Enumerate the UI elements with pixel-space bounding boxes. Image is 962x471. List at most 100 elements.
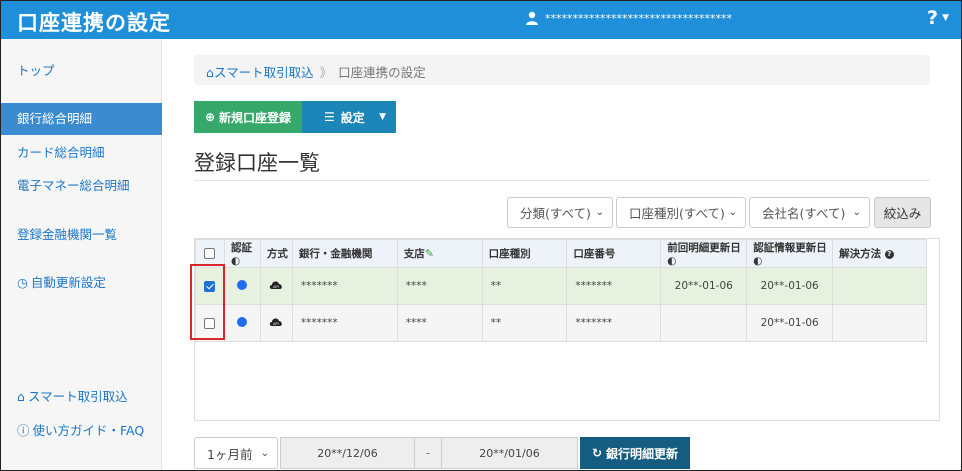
- sidebar-link-label: 使い方ガイド・FAQ: [32, 423, 145, 438]
- list-icon: ☰: [324, 110, 335, 124]
- account-number-cell: *******: [566, 304, 662, 342]
- pencil-icon[interactable]: ✎: [425, 247, 434, 260]
- home-icon: ⌂: [17, 389, 25, 404]
- category-select-value: 分類(すべて): [520, 206, 591, 221]
- chevron-down-icon: ▼: [379, 112, 386, 122]
- sidebar: トップ 銀行総合明細 カード総合明細 電子マネー総合明細 登録金融機関一覧 ◷ 自…: [1, 39, 162, 470]
- column-header-account-type: 口座種別: [481, 239, 568, 268]
- user-icon: [526, 11, 538, 25]
- auth-update-cell: 20**-01-06: [746, 304, 834, 342]
- accounts-table-container: 認証◐ 方式 銀行・金融機関 支店✎ 口座種別 口座番号 前回明細更新日◐ 認証…: [194, 238, 940, 421]
- sidebar-item-institutions[interactable]: 登録金融機関一覧: [1, 219, 162, 251]
- period-select[interactable]: 1ヶ月前 ⌄: [194, 437, 278, 469]
- sort-icon[interactable]: ◐: [753, 255, 762, 267]
- bank-statement-update-label: 銀行明細更新: [606, 446, 679, 461]
- breadcrumb-link-smart-import[interactable]: スマート取引取込: [214, 65, 314, 80]
- new-account-button[interactable]: ⊕ 新規口座登録: [194, 101, 302, 133]
- sidebar-link-guide-faq[interactable]: ⓘ 使い方ガイド・FAQ: [1, 415, 162, 447]
- question-circle-icon: ⓘ: [17, 423, 30, 438]
- column-header-auth: 認証◐: [223, 239, 261, 268]
- chevron-down-icon: ⌄: [260, 447, 269, 459]
- branch-cell: ****: [396, 267, 483, 305]
- account-type-cell: **: [481, 267, 568, 305]
- column-header-label: 認証情報更新日: [753, 242, 827, 254]
- date-range-separator: -: [415, 437, 441, 469]
- sidebar-item-emoney-summary[interactable]: 電子マネー総合明細: [1, 170, 162, 202]
- method-cell: API: [259, 267, 293, 305]
- checkbox-highlight-box: [190, 264, 225, 340]
- help-menu[interactable]: ? ▼: [927, 7, 949, 29]
- last-update-cell: 20**-01-06: [660, 267, 748, 305]
- table-row[interactable]: API ******* **** ** ******* 20**-01-06: [195, 304, 927, 342]
- top-header: 口座連携の設定 ********************************…: [1, 1, 961, 39]
- column-header-method: 方式: [259, 239, 293, 268]
- user-name: **********************************: [545, 11, 732, 25]
- help-icon[interactable]: ?: [884, 249, 894, 259]
- resolution-cell: [832, 267, 927, 305]
- bank-statement-update-button[interactable]: ↻ 銀行明細更新: [580, 437, 690, 469]
- method-cell: API: [259, 304, 293, 342]
- new-account-label: 新規口座登録: [219, 110, 292, 125]
- sort-icon[interactable]: ◐: [231, 255, 240, 267]
- account-number-cell: *******: [566, 267, 662, 305]
- user-menu[interactable]: **********************************: [525, 11, 732, 25]
- sidebar-link-smart-import[interactable]: ⌂ スマート取引取込: [1, 381, 162, 413]
- app-title: 口座連携の設定: [17, 11, 171, 35]
- breadcrumb: ⌂スマート取引取込》口座連携の設定: [194, 55, 930, 85]
- filter-button[interactable]: 絞込み: [874, 197, 931, 228]
- breadcrumb-current: 口座連携の設定: [338, 65, 426, 80]
- accounts-table: 認証◐ 方式 銀行・金融機関 支店✎ 口座種別 口座番号 前回明細更新日◐ 認証…: [195, 239, 927, 342]
- from-date-field[interactable]: 20**/12/06: [280, 437, 415, 469]
- sidebar-item-bank-summary[interactable]: 銀行総合明細: [1, 103, 162, 135]
- column-header-branch: 支店✎: [396, 239, 483, 268]
- bank-cell: *******: [291, 304, 398, 342]
- column-header-label: 解決方法: [839, 248, 882, 260]
- sidebar-link-label: スマート取引取込: [27, 389, 128, 404]
- column-header-label: 前回明細更新日: [667, 242, 741, 254]
- api-icon-label: API: [274, 322, 280, 326]
- sort-icon[interactable]: ◐: [667, 255, 676, 267]
- api-icon-label: API: [274, 285, 280, 289]
- plus-circle-icon: ⊕: [204, 110, 216, 124]
- refresh-icon: ↻: [591, 446, 603, 460]
- title-divider: [194, 180, 930, 181]
- status-dot-icon: [237, 279, 248, 290]
- period-select-value: 1ヶ月前: [207, 446, 253, 462]
- clock-icon: ◷: [17, 275, 28, 290]
- home-icon: ⌂: [206, 65, 214, 80]
- api-cloud-icon: API: [270, 281, 283, 289]
- auth-status-cell: [223, 267, 261, 305]
- company-select[interactable]: 会社名(すべて) ⌄: [749, 197, 870, 228]
- sidebar-item-card-summary[interactable]: カード総合明細: [1, 137, 162, 169]
- auth-status-cell: [223, 304, 261, 342]
- table-row[interactable]: API ******* **** ** ******* 20**-01-06 2…: [195, 267, 927, 305]
- sidebar-item-auto-update[interactable]: ◷ 自動更新設定: [1, 267, 162, 299]
- settings-label: 設定: [340, 110, 365, 125]
- settings-dropdown-button[interactable]: ☰ 設定 ▼: [302, 101, 396, 133]
- column-header-account-number: 口座番号: [566, 239, 662, 268]
- breadcrumb-separator: 》: [319, 65, 333, 80]
- auth-update-cell: 20**-01-06: [746, 267, 834, 305]
- branch-cell: ****: [396, 304, 483, 342]
- column-header-auth-update: 認証情報更新日◐: [746, 239, 834, 268]
- select-all-checkbox[interactable]: [204, 248, 216, 259]
- chevron-down-icon: ⌄: [852, 207, 861, 218]
- to-date-field[interactable]: 20**/01/06: [441, 437, 578, 469]
- resolution-cell: [832, 304, 927, 342]
- chevron-down-icon: ⌄: [728, 207, 737, 218]
- main-content: ⌂スマート取引取込》口座連携の設定 ⊕ 新規口座登録 ☰ 設定 ▼ 登録口座一覧 分…: [162, 39, 961, 470]
- account-type-cell: **: [481, 304, 568, 342]
- category-select[interactable]: 分類(すべて) ⌄: [507, 197, 613, 228]
- account-type-select[interactable]: 口座種別(すべて) ⌄: [616, 197, 746, 228]
- api-cloud-icon: API: [270, 318, 283, 326]
- company-select-value: 会社名(すべて): [762, 206, 846, 221]
- sidebar-item-top[interactable]: トップ: [1, 55, 162, 87]
- column-header-last-update: 前回明細更新日◐: [660, 239, 748, 268]
- account-type-select-value: 口座種別(すべて): [629, 206, 725, 221]
- page-title: 登録口座一覧: [194, 151, 320, 175]
- help-icon: ?: [927, 7, 939, 29]
- column-header-bank: 銀行・金融機関: [291, 239, 398, 268]
- column-header-resolution: 解決方法 ?: [832, 239, 927, 268]
- column-header-label: 認証: [230, 242, 252, 254]
- last-update-cell: [660, 304, 748, 342]
